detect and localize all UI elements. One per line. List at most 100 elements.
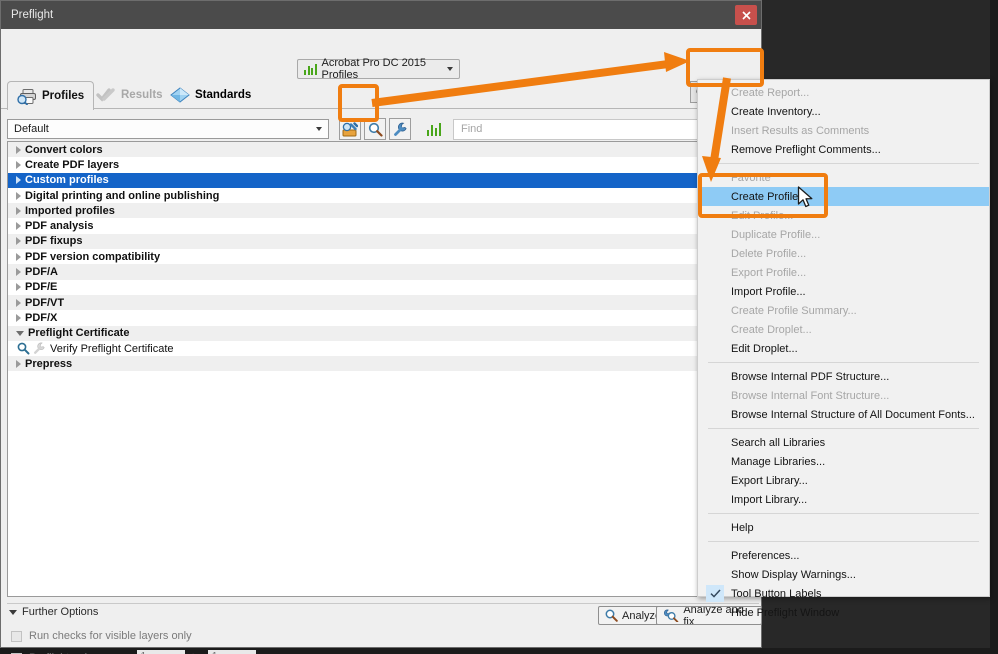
options-menu[interactable]: Create Report... Create Inventory... Ins… bbox=[697, 79, 990, 619]
window-body: Acrobat Pro DC 2015 Profiles Profiles Re… bbox=[1, 29, 762, 654]
run-checks-visible-layers-row[interactable]: Run checks for visible layers only bbox=[11, 630, 192, 642]
window-titlebar: Preflight bbox=[1, 1, 761, 29]
profiles-list[interactable]: Convert colors Create PDF layers Custom … bbox=[7, 141, 759, 597]
create-profile-icon[interactable] bbox=[339, 118, 361, 140]
menu-item-insert-results-as-comments[interactable]: Insert Results as Comments bbox=[698, 121, 989, 140]
menu-item-help[interactable]: Help bbox=[698, 518, 989, 537]
list-item[interactable]: Digital printing and online publishing bbox=[8, 187, 758, 204]
menu-item-label: Create Inventory... bbox=[731, 105, 821, 118]
menu-item-label: Favorite bbox=[731, 171, 771, 184]
tab-profiles[interactable]: Profiles bbox=[7, 81, 95, 110]
menu-item-label: Browse Internal PDF Structure... bbox=[731, 370, 890, 383]
menu-item-preferences[interactable]: Preferences... bbox=[698, 546, 989, 565]
menu-item-import-profile[interactable]: Import Profile... bbox=[698, 282, 989, 301]
run-checks-visible-layers-checkbox[interactable] bbox=[11, 630, 22, 642]
list-item[interactable]: Preflight Certificate bbox=[8, 325, 758, 341]
menu-item-favorite[interactable]: Favorite bbox=[698, 168, 989, 187]
menu-item-label: Import Profile... bbox=[731, 285, 806, 298]
list-item-leaf[interactable]: Verify Preflight Certificate bbox=[8, 340, 758, 357]
menu-item-browse-internal-structure-all-fonts[interactable]: Browse Internal Structure of All Documen… bbox=[698, 405, 989, 424]
magnifier-icon[interactable] bbox=[364, 118, 386, 140]
tabstrip: Profiles Results Standards bbox=[1, 81, 761, 110]
list-item[interactable]: PDF/A bbox=[8, 264, 758, 280]
menu-item-hide-preflight-window[interactable]: Hide Preflight Window bbox=[698, 603, 989, 622]
list-item[interactable]: PDF version compatibility bbox=[8, 249, 758, 265]
menu-item-edit-profile[interactable]: Edit Profile... bbox=[698, 206, 989, 225]
list-item-label: Digital printing and online publishing bbox=[25, 189, 220, 202]
further-options-toggle[interactable]: Further Options bbox=[9, 606, 98, 618]
preflight-only-pages-row[interactable]: Preflight only pages 1 to 1 bbox=[11, 650, 256, 654]
menu-item-browse-internal-font-structure[interactable]: Browse Internal Font Structure... bbox=[698, 386, 989, 405]
menu-separator bbox=[708, 163, 979, 164]
menu-item-label: Create Droplet... bbox=[731, 323, 812, 336]
profile-set-dropdown[interactable]: Acrobat Pro DC 2015 Profiles bbox=[297, 57, 460, 81]
list-item[interactable]: Prepress bbox=[8, 356, 758, 372]
menu-item-edit-droplet[interactable]: Edit Droplet... bbox=[698, 339, 989, 358]
profile-selector-dropdown[interactable]: Default bbox=[7, 119, 329, 139]
list-item-label: Prepress bbox=[25, 357, 73, 370]
menu-item-create-inventory[interactable]: Create Inventory... bbox=[698, 102, 989, 121]
close-icon[interactable] bbox=[735, 5, 757, 25]
menu-separator bbox=[708, 362, 979, 363]
list-item-label: PDF analysis bbox=[25, 220, 94, 233]
menu-item-create-profile[interactable]: Create Profile... bbox=[698, 187, 989, 206]
list-item[interactable]: PDF/E bbox=[8, 279, 758, 295]
chevron-down-icon bbox=[9, 609, 17, 615]
menu-item-delete-profile[interactable]: Delete Profile... bbox=[698, 244, 989, 263]
menu-item-search-all-libraries[interactable]: Search all Libraries bbox=[698, 433, 989, 452]
menu-item-label: Create Profile Summary... bbox=[731, 304, 857, 317]
chevron-right-icon bbox=[16, 191, 21, 200]
preflight-window: Preflight Acrobat Pro DC 2015 Profiles P… bbox=[0, 0, 762, 654]
list-item-label: PDF fixups bbox=[25, 235, 83, 248]
menu-item-duplicate-profile[interactable]: Duplicate Profile... bbox=[698, 225, 989, 244]
wrench-icon bbox=[34, 342, 45, 354]
menu-item-label: Create Profile... bbox=[731, 190, 808, 203]
menu-item-label: Import Library... bbox=[731, 493, 808, 506]
chevron-right-icon bbox=[16, 313, 21, 322]
list-item[interactable]: PDF/X bbox=[8, 310, 758, 326]
page-from-input[interactable]: 1 bbox=[136, 650, 185, 654]
window-title: Preflight bbox=[11, 9, 54, 21]
menu-item-remove-preflight-comments[interactable]: Remove Preflight Comments... bbox=[698, 140, 989, 159]
results-check-icon bbox=[96, 88, 115, 102]
chevron-right-icon bbox=[16, 206, 21, 215]
menu-item-create-droplet[interactable]: Create Droplet... bbox=[698, 320, 989, 339]
chevron-right-icon bbox=[16, 252, 21, 261]
chevron-right-icon bbox=[16, 222, 21, 231]
menu-item-label: Delete Profile... bbox=[731, 247, 807, 260]
menu-item-label: Edit Droplet... bbox=[731, 342, 798, 355]
menu-item-label: Duplicate Profile... bbox=[731, 228, 821, 241]
chevron-right-icon bbox=[16, 160, 21, 169]
list-item[interactable]: PDF fixups bbox=[8, 233, 758, 250]
list-item[interactable]: Convert colors bbox=[8, 142, 758, 158]
tab-results-label: Results bbox=[121, 89, 163, 101]
page-to-input[interactable]: 1 bbox=[207, 650, 256, 654]
list-item-label: Verify Preflight Certificate bbox=[50, 342, 174, 355]
list-item[interactable]: PDF/VT bbox=[8, 294, 758, 311]
menu-item-export-library[interactable]: Export Library... bbox=[698, 471, 989, 490]
tab-standards[interactable]: Standards bbox=[161, 81, 260, 109]
menu-item-create-report[interactable]: Create Report... bbox=[698, 83, 989, 102]
menu-item-show-display-warnings[interactable]: Show Display Warnings... bbox=[698, 565, 989, 584]
menu-item-tool-button-labels[interactable]: Tool Button Labels bbox=[698, 584, 989, 603]
menu-separator bbox=[708, 513, 979, 514]
list-item[interactable]: Imported profiles bbox=[8, 203, 758, 219]
menu-item-create-profile-summary[interactable]: Create Profile Summary... bbox=[698, 301, 989, 320]
tab-results[interactable]: Results bbox=[87, 81, 172, 109]
backdrop-right-edge bbox=[990, 0, 998, 654]
menu-item-label: Create Report... bbox=[731, 86, 810, 99]
green-bars-icon[interactable] bbox=[423, 118, 445, 140]
list-item-selected[interactable]: Custom profiles bbox=[8, 172, 758, 188]
menu-item-import-library[interactable]: Import Library... bbox=[698, 490, 989, 509]
menu-item-label: Insert Results as Comments bbox=[731, 124, 870, 137]
menu-item-export-profile[interactable]: Export Profile... bbox=[698, 263, 989, 282]
menu-item-manage-libraries[interactable]: Manage Libraries... bbox=[698, 452, 989, 471]
menu-item-label: Search all Libraries bbox=[731, 436, 826, 449]
list-item-label: PDF version compatibility bbox=[25, 250, 161, 263]
list-item[interactable]: PDF analysis bbox=[8, 218, 758, 234]
list-item[interactable]: Create PDF layers bbox=[8, 157, 758, 173]
profiles-printer-icon bbox=[17, 88, 36, 105]
wrench-icon[interactable] bbox=[389, 118, 411, 140]
menu-separator bbox=[708, 541, 979, 542]
menu-item-browse-internal-pdf-structure[interactable]: Browse Internal PDF Structure... bbox=[698, 367, 989, 386]
